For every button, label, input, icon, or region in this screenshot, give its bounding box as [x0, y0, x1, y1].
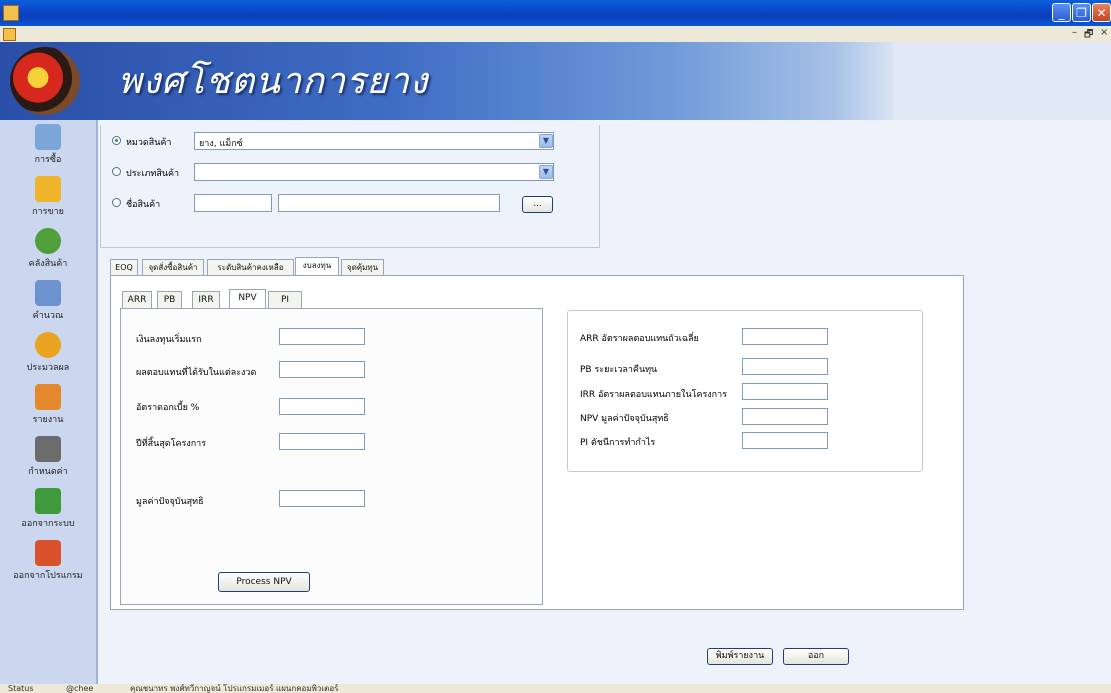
- period-return-field[interactable]: [279, 361, 365, 378]
- report-pencil-icon: [35, 384, 61, 410]
- type-radio[interactable]: [112, 167, 121, 176]
- subtab-pb[interactable]: PB: [157, 291, 182, 308]
- subtab-npv[interactable]: NPV: [229, 289, 266, 309]
- app-icon: [3, 5, 19, 21]
- sidebar-item-sales[interactable]: การขาย: [0, 172, 96, 228]
- project-end-year-label: ปีที่สิ้นสุดโครงการ: [136, 439, 207, 449]
- restore-button[interactable]: ❐: [1072, 3, 1091, 22]
- sidebar-item-label: ประมวลผล: [26, 363, 70, 373]
- close-button[interactable]: ✕: [1092, 3, 1111, 22]
- subtab-pi[interactable]: PI: [268, 291, 302, 308]
- sidebar-item-settings[interactable]: กำหนดค่า: [0, 432, 96, 488]
- irr-field[interactable]: [742, 383, 828, 400]
- npv-result-field[interactable]: [279, 490, 365, 507]
- sidebar-item-label: คำนวณ: [32, 311, 64, 321]
- sidebar-item-inventory[interactable]: คลังสินค้า: [0, 224, 96, 280]
- pb-label: PB ระยะเวลาคืนทุน: [580, 365, 658, 375]
- sidebar-item-report[interactable]: รายงาน: [0, 380, 96, 436]
- chevron-down-icon[interactable]: ▼: [539, 134, 553, 148]
- exit-button[interactable]: ออก: [783, 648, 849, 665]
- tab-eoq[interactable]: EOQ: [110, 259, 138, 275]
- category-radio[interactable]: [112, 136, 121, 145]
- pi-label: PI ดัชนีการทำกำไร: [580, 438, 656, 448]
- sidebar-item-process[interactable]: ประมวลผล: [0, 328, 96, 384]
- period-return-label: ผลตอบแทนที่ได้รับในแต่ละงวด: [136, 368, 257, 378]
- sidebar-item-logout[interactable]: ออกจากระบบ: [0, 484, 96, 540]
- npv-summary-field[interactable]: [742, 408, 828, 425]
- title-bar: _ ❐ ✕: [0, 0, 1111, 26]
- type-label: ประเภทสินค้า: [126, 169, 180, 179]
- npv-result-label: มูลค่าปัจจุบันสุทธิ: [136, 497, 204, 507]
- mdi-app-icon[interactable]: [3, 28, 16, 41]
- envelope-icon: [35, 176, 61, 202]
- sidebar-item-label: ออกจากโปรแกรม: [13, 571, 83, 581]
- sidebar-item-label: คลังสินค้า: [28, 259, 68, 269]
- calculator-icon: [35, 280, 61, 306]
- sidebar: การซื้อ การขาย คลังสินค้า คำนวณ ประมวลผล…: [0, 120, 98, 688]
- house-exit-icon: [35, 540, 61, 566]
- company-logo: [10, 47, 80, 115]
- document-folder-icon: [35, 124, 61, 150]
- interest-rate-label: อัตราดอกเบี้ย %: [136, 403, 200, 413]
- status-bar: Status @chee คุณชนาทร พงศ์ทวีกาญจน์ โปรแ…: [0, 684, 1111, 693]
- product-name-field[interactable]: [278, 194, 500, 212]
- status-user: @chee: [66, 684, 94, 693]
- sidebar-item-label: รายงาน: [32, 415, 64, 425]
- pb-field[interactable]: [742, 358, 828, 375]
- product-label: ชื่อสินค้า: [126, 200, 161, 210]
- tools-icon: [35, 436, 61, 462]
- project-end-year-field[interactable]: [279, 433, 365, 450]
- sidebar-item-exit-program[interactable]: ออกจากโปรแกรม: [0, 536, 96, 592]
- npv-summary-label: NPV มูลค่าปัจจุบันสุทธิ: [580, 414, 669, 424]
- tab-break-even[interactable]: จุดคุ้มทุน: [341, 259, 384, 275]
- initial-investment-field[interactable]: [279, 328, 365, 345]
- category-select[interactable]: ยาง, แม็กซ์: [194, 132, 554, 150]
- process-npv-button[interactable]: Process NPV: [218, 572, 310, 592]
- subtab-arr[interactable]: ARR: [122, 291, 152, 308]
- banner-title: พงศโชตนาการยาง: [118, 61, 429, 102]
- mdi-close-button[interactable]: ×: [1100, 27, 1108, 38]
- interest-rate-field[interactable]: [279, 398, 365, 415]
- irr-label: IRR อัตราผลตอบแทนภายในโครงการ: [580, 390, 728, 400]
- chevron-down-icon[interactable]: ▼: [539, 165, 553, 179]
- print-report-button[interactable]: พิมพ์รายงาน: [707, 648, 773, 665]
- minimize-button[interactable]: _: [1052, 3, 1071, 22]
- npv-form-panel: [120, 308, 543, 605]
- status-label: Status: [8, 684, 34, 693]
- arr-label: ARR อัตราผลตอบแทนถัวเฉลี่ย: [580, 334, 699, 344]
- mdi-bar: – 🗗 ×: [0, 26, 1111, 43]
- sidebar-item-purchase[interactable]: การซื้อ: [0, 120, 96, 176]
- product-radio[interactable]: [112, 198, 121, 207]
- sidebar-item-label: ออกจากระบบ: [21, 519, 75, 529]
- people-icon: [35, 228, 61, 254]
- initial-investment-label: เงินลงทุนเริ่มแรก: [136, 335, 202, 345]
- type-select[interactable]: [194, 163, 554, 181]
- subtab-irr[interactable]: IRR: [192, 291, 220, 308]
- arr-field[interactable]: [742, 328, 828, 345]
- status-credit: คุณชนาทร พงศ์ทวีกาญจน์ โปรแกรมเมอร์ แผนก…: [130, 684, 339, 693]
- tab-stock-level[interactable]: ระดับสินค้าคงเหลือ: [207, 259, 294, 275]
- clock-process-icon: [35, 332, 61, 358]
- banner-right-area: [893, 42, 1111, 120]
- product-code-field[interactable]: [194, 194, 272, 212]
- sidebar-item-label: กำหนดค่า: [28, 467, 68, 477]
- browse-button[interactable]: ...: [522, 196, 553, 213]
- category-label: หมวดสินค้า: [126, 138, 172, 148]
- tab-reorder-point[interactable]: จุดสั่งซื้อสินค้า: [142, 259, 204, 275]
- sidebar-item-label: การขาย: [32, 207, 64, 217]
- mdi-minimize-button[interactable]: –: [1072, 27, 1077, 38]
- sidebar-item-label: การซื้อ: [34, 155, 62, 165]
- tab-capital-budget[interactable]: งบลงทุน: [295, 257, 339, 276]
- pi-field[interactable]: [742, 432, 828, 449]
- logout-door-icon: [35, 488, 61, 514]
- sidebar-item-calculate[interactable]: คำนวณ: [0, 276, 96, 332]
